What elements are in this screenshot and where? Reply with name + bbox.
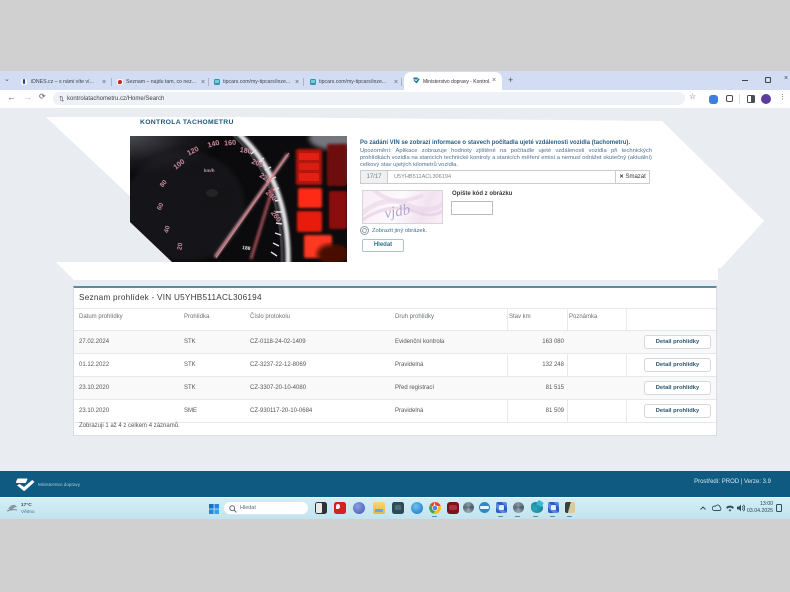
svg-text:vjdb: vjdb (383, 202, 412, 222)
svg-text:180: 180 (239, 145, 252, 156)
svg-text:160: 160 (224, 138, 237, 148)
svg-text:188: 188 (242, 245, 251, 252)
svg-text:km/h: km/h (204, 168, 215, 173)
svg-text:20: 20 (176, 242, 184, 251)
